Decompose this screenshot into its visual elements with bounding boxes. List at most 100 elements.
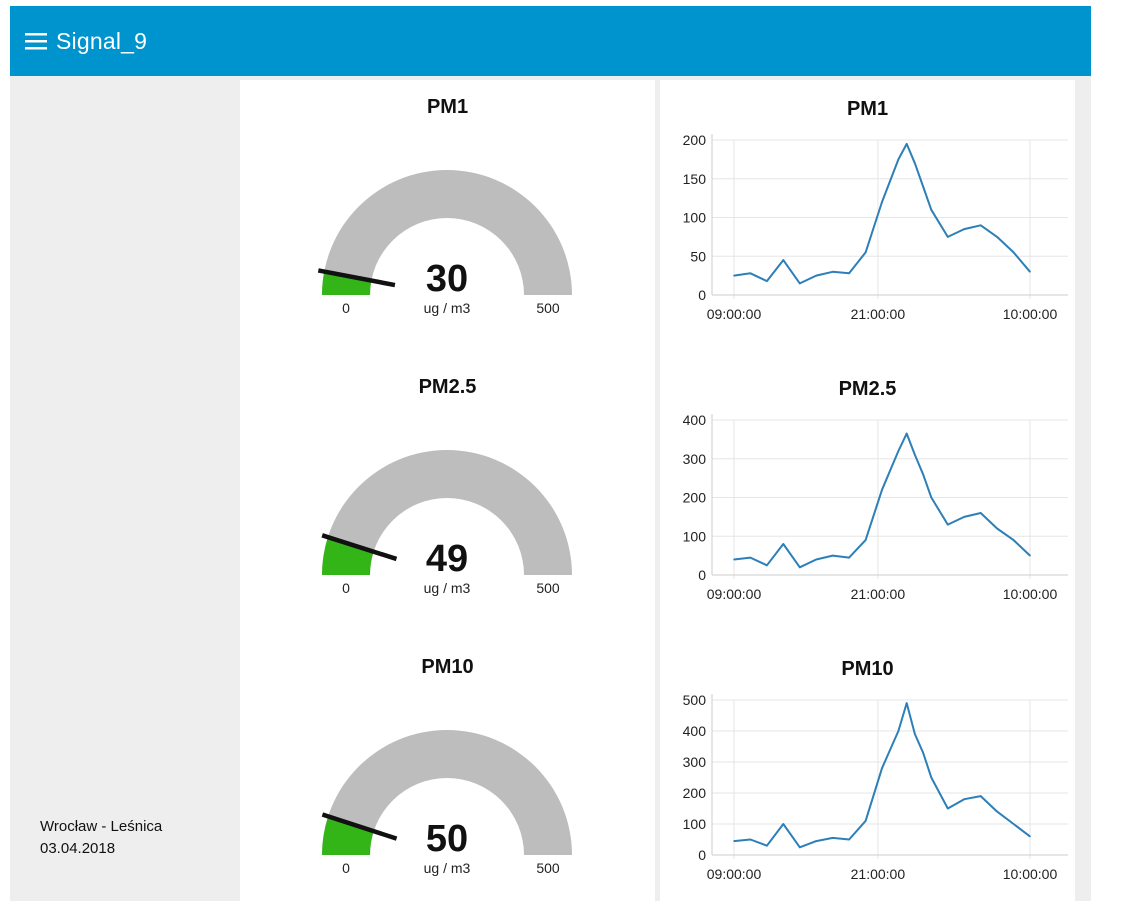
- data-point: [864, 820, 867, 822]
- data-point: [782, 543, 785, 545]
- y-tick-label: 400: [683, 412, 707, 428]
- data-point: [864, 539, 867, 541]
- data-point: [963, 798, 966, 800]
- chart-pm25: 0 100 200 300 400 09:00:00 21:00:00 10:00:00: [683, 412, 1068, 602]
- chart-title: PM10: [841, 658, 894, 680]
- data-point: [1012, 823, 1015, 825]
- series-line: [733, 142, 1031, 285]
- x-tick-label: 21:00:00: [851, 586, 906, 602]
- data-point: [930, 208, 933, 211]
- data-point: [798, 846, 801, 849]
- series-line: [733, 432, 1031, 569]
- data-point: [922, 473, 924, 476]
- data-point: [905, 702, 908, 704]
- y-tick-label: 100: [683, 816, 707, 832]
- chart-title: PM2.5: [838, 378, 897, 400]
- series-line: [733, 702, 1031, 849]
- x-tick-label: 09:00:00: [707, 866, 762, 882]
- top-toolbar: Signal_9: [10, 6, 1091, 76]
- location-name: Wrocław - Leśnica: [40, 818, 163, 835]
- gauge-pm10: 50ug / m3 0 500: [321, 730, 572, 876]
- y-tick-label: 0: [698, 287, 706, 303]
- x-tick-label: 10:00:00: [1003, 306, 1058, 322]
- chart-panel-pm1: PM1 0 50 100 150 200 09:00:00 21:00:00 10:00:00: [660, 80, 1075, 360]
- data-point: [979, 795, 982, 797]
- y-tick-label: 300: [683, 754, 707, 770]
- data-point: [766, 280, 768, 282]
- data-point: [766, 844, 768, 847]
- x-tick-label: 09:00:00: [707, 586, 762, 602]
- y-tick-label: 0: [698, 847, 706, 863]
- gauge-value: 50: [426, 818, 468, 860]
- y-tick-label: 100: [683, 210, 707, 226]
- y-tick-label: 100: [683, 528, 707, 544]
- y-tick-label: 200: [683, 490, 707, 506]
- gauges-group: PM1 30 ug / m3 0 500 PM2.5 49 ug / m3 0 500 PM…: [240, 80, 655, 901]
- gauge-panel-pm25: PM2.5 49 ug / m3 0 500: [240, 360, 655, 640]
- data-point: [922, 751, 924, 754]
- data-point: [905, 432, 908, 435]
- data-point: [815, 840, 818, 842]
- data-point: [782, 259, 785, 261]
- left-column: [10, 76, 238, 901]
- data-point: [815, 558, 818, 561]
- data-point: [946, 523, 949, 526]
- data-point: [749, 272, 752, 275]
- gauge-units: ug / m3: [424, 300, 471, 316]
- data-point: [733, 274, 735, 277]
- gauge-max-label: 500: [536, 860, 560, 876]
- gauge-value: 30: [426, 258, 468, 300]
- data-point: [881, 767, 883, 769]
- y-tick-label: 400: [683, 723, 707, 739]
- data-point: [996, 527, 998, 530]
- data-point: [1012, 539, 1015, 541]
- y-tick-label: 50: [690, 248, 706, 264]
- chart-pm10: 0 100 200 300 400 500 09:00:00 21:00:00 10:00:00: [683, 692, 1068, 882]
- y-tick-label: 150: [683, 171, 707, 187]
- gauge-min-label: 0: [342, 580, 350, 596]
- data-point: [1029, 554, 1031, 557]
- gauge-panel-pm10: PM10 50 ug / m3 0 500: [240, 640, 655, 920]
- data-point: [798, 566, 801, 569]
- gauge-units: ug / m3: [424, 580, 471, 596]
- x-tick-label: 10:00:00: [1003, 866, 1058, 882]
- data-point: [996, 236, 998, 238]
- data-point: [963, 228, 966, 230]
- data-point: [897, 450, 900, 452]
- menu-button[interactable]: [20, 25, 52, 57]
- data-point: [749, 556, 752, 559]
- chart-panel-pm10: PM10 0 100 200 300 400 500 09:00:00 21:00:00 10:…: [660, 640, 1075, 920]
- data-point: [930, 776, 933, 779]
- data-point: [798, 282, 801, 285]
- data-point: [831, 837, 834, 839]
- data-point: [905, 143, 908, 145]
- data-point: [864, 251, 867, 254]
- data-point: [881, 488, 883, 491]
- location-date: 03.04.2018: [40, 840, 116, 857]
- gauge-title: PM10: [421, 656, 474, 678]
- data-point: [1029, 270, 1031, 273]
- chart-title: PM1: [846, 98, 889, 120]
- data-point: [897, 730, 900, 732]
- data-point: [831, 554, 834, 557]
- data-point: [914, 733, 916, 735]
- y-tick-label: 200: [683, 785, 707, 801]
- hamburger-menu-icon: [25, 33, 47, 50]
- gauge-pm1: 30ug / m3 0 500: [317, 170, 572, 316]
- gauge-title: PM2.5: [418, 376, 477, 398]
- data-point: [1029, 835, 1031, 838]
- data-point: [1012, 251, 1015, 254]
- data-point: [749, 838, 752, 841]
- charts-group: PM1 0 50 100 150 200 09:00:00 21:00:00 10:00:00…: [660, 80, 1075, 901]
- data-point: [782, 823, 785, 825]
- data-point: [914, 162, 916, 165]
- data-point: [897, 158, 900, 161]
- chart-panel-pm25: PM2.5 0 100 200 300 400 09:00:00 21:00:00 10:00…: [660, 360, 1075, 640]
- data-point: [996, 810, 998, 813]
- gauge-pm25: 49ug / m3 0 500: [321, 450, 572, 596]
- gauge-min-label: 0: [342, 860, 350, 876]
- data-point: [848, 838, 850, 841]
- gauge-title: PM1: [426, 96, 469, 118]
- x-tick-label: 10:00:00: [1003, 586, 1058, 602]
- x-tick-label: 21:00:00: [851, 866, 906, 882]
